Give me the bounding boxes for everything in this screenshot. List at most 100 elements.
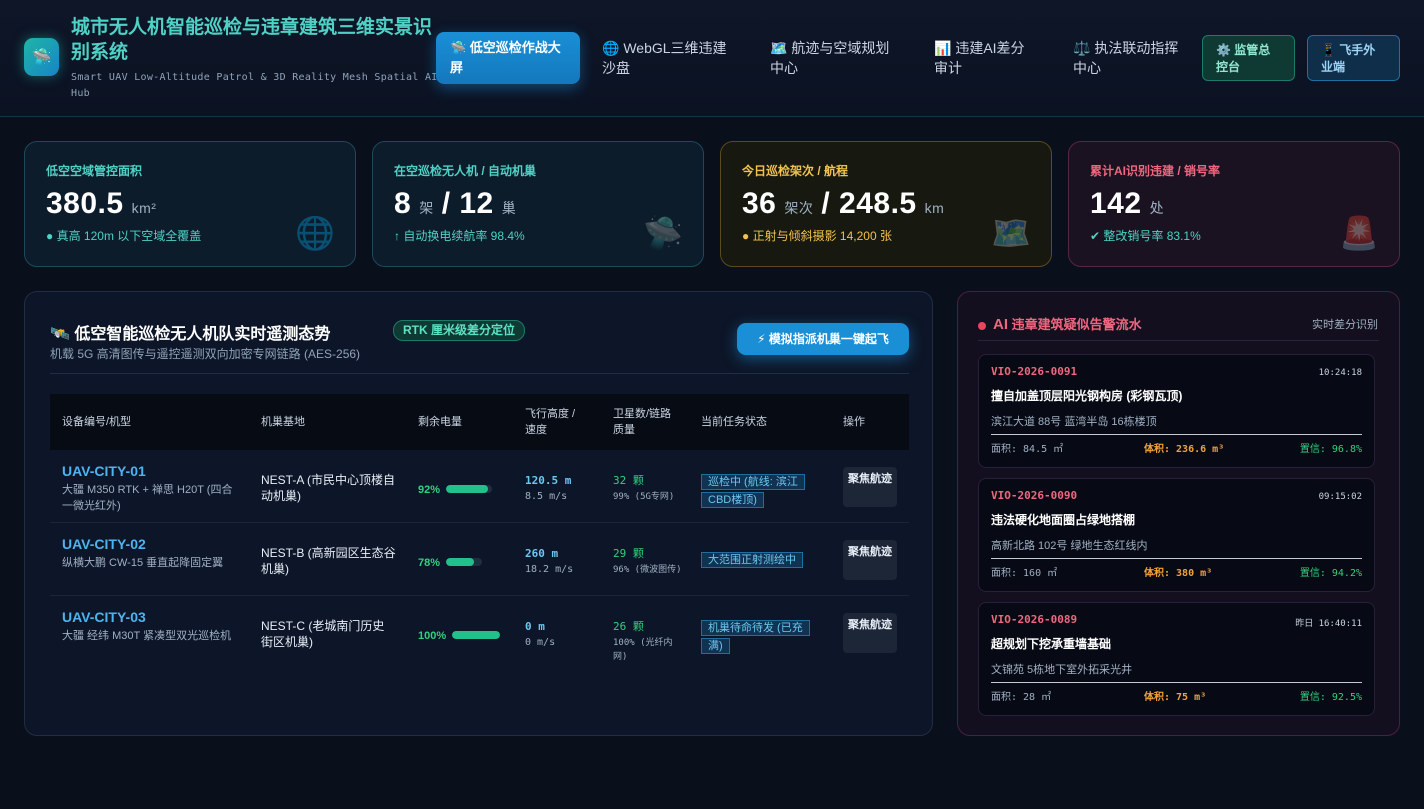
pilot-mobile-button[interactable]: 📱 飞手外业端	[1307, 35, 1400, 81]
link-quality: 99% (5G专网)	[613, 492, 675, 502]
stat-label: 今日巡检架次 / 航程	[742, 164, 849, 178]
status-cell: 机巢待命待发 (已充满)	[701, 618, 811, 654]
battery-text: 100%	[418, 630, 447, 642]
nav-tab-patrol-dashboard[interactable]: 🛸 低空巡检作战大屏	[436, 32, 580, 84]
alert-id: VIO-2026-0090	[991, 489, 1078, 502]
stat-card-drones: 在空巡检无人机 / 自动机巢 8 架/ 12 巢 ↑ 自动换电续航率 98.4% 🛸	[372, 141, 704, 267]
fleet-telemetry-panel: 🛰️ 低空智能巡检无人机队实时遥测态势 RTK 厘米级差分定位 机载 5G 高清…	[24, 291, 933, 736]
column-header: 机巢基地	[261, 416, 305, 428]
fleet-table: 设备编号/机型 机巢基地 剩余电量 飞行高度 / 速度 卫星数/链路质量 当前任…	[50, 394, 909, 669]
task-status-badge: 大范围正射测绘中	[701, 552, 803, 568]
link-cell: 29 颗 96% (微波图传)	[613, 545, 683, 577]
battery-cell: 78%	[418, 553, 483, 571]
device-cell: UAV-CITY-02 纵横大鹏 CW-15 垂直起降固定翼	[62, 536, 237, 571]
app-subtitle: Smart UAV Low-Altitude Patrol & 3D Reali…	[71, 72, 438, 99]
table-row: UAV-CITY-02 纵横大鹏 CW-15 垂直起降固定翼 NEST-B (高新园…	[50, 523, 909, 596]
stat-label: 在空巡检无人机 / 自动机巢	[394, 164, 537, 178]
device-cell: UAV-CITY-03 大疆 经纬 M30T 紧凑型双光巡检机	[62, 609, 237, 644]
alert-time: 09:15:02	[1318, 492, 1362, 502]
altitude: 120.5 m	[525, 474, 572, 487]
satellite-count: 26 颗	[613, 620, 644, 633]
focus-track-button[interactable]: 聚焦航迹	[843, 613, 897, 653]
alert-area: 面积: 160 ㎡	[991, 568, 1058, 579]
link-quality: 96% (微波图传)	[613, 565, 682, 575]
link-cell: 26 颗 100% (光纤内网)	[613, 618, 683, 664]
alert-confidence: 置信: 94.2%	[1299, 568, 1362, 579]
battery-text: 92%	[418, 484, 441, 496]
stat-sub: ↑ 自动换电续航率 98.4%	[394, 229, 525, 243]
dispatch-takeoff-button[interactable]: ⚡ 模拟指派机巢一键起飞	[737, 323, 909, 355]
alert-confidence: 置信: 96.8%	[1299, 444, 1362, 455]
device-cell: UAV-CITY-01 大疆 M350 RTK + 禅思 H20T (四合一微光红…	[62, 463, 237, 514]
speed: 18.2 m/s	[525, 564, 574, 575]
divider	[991, 682, 1362, 683]
satellite-count: 32 颗	[613, 474, 644, 487]
stat-card-violations: 累计AI识别违建 / 销号率 142 处 ✔ 整改销号率 83.1% 🚨	[1068, 141, 1400, 267]
battery-bar	[446, 484, 493, 493]
divider	[991, 558, 1362, 559]
nav-tab-enforcement-command[interactable]: ⚖️ 执法联动指挥中心	[1059, 32, 1199, 84]
column-header: 飞行高度 / 速度	[525, 408, 576, 436]
device-model: 纵横大鹏 CW-15 垂直起降固定翼	[62, 557, 224, 569]
column-header: 设备编号/机型	[62, 416, 132, 428]
satellite-count: 29 颗	[613, 547, 644, 560]
ufo-icon: 🛸	[643, 215, 683, 251]
divider	[50, 373, 909, 374]
nest-base: NEST-B (高新园区生态谷机巢)	[261, 546, 396, 576]
panel-meta: 实时差分识别	[1312, 319, 1378, 331]
alert-address: 高新北路 102号 绿地生态红线内	[991, 540, 1148, 552]
altitude-cell: 0 m 0 m/s	[525, 620, 555, 648]
alert-card[interactable]: VIO-2026-0089 昨日 16:40:11 超规划下挖承重墙基础 文锦苑 5栋…	[978, 602, 1375, 716]
focus-track-button[interactable]: 聚焦航迹	[843, 467, 897, 507]
alert-metrics: 面积: 28 ㎡ 体积: 75 m³ 置信: 92.5%	[991, 688, 1362, 703]
alert-card[interactable]: VIO-2026-0091 10:24:18 擅自加盖顶层阳光钢构房 (彩钢瓦顶) 滨…	[978, 354, 1375, 468]
alert-title: 违法硬化地面圈占绿地搭棚	[991, 513, 1136, 527]
task-status-badge: 机巢待命待发 (已充满)	[701, 620, 810, 654]
speed: 8.5 m/s	[525, 491, 568, 502]
alert-card[interactable]: VIO-2026-0090 09:15:02 违法硬化地面圈占绿地搭棚 高新北路 10…	[978, 478, 1375, 592]
status-cell: 大范围正射测绘中	[701, 550, 811, 568]
device-id[interactable]: UAV-CITY-03	[62, 609, 237, 625]
device-model: 大疆 经纬 M30T 紧凑型双光巡检机	[62, 630, 232, 642]
device-id[interactable]: UAV-CITY-02	[62, 536, 237, 552]
alert-area: 面积: 28 ㎡	[991, 692, 1052, 703]
nav-tab-airspace-planning[interactable]: 🗺️ 航迹与空域规划中心	[756, 32, 911, 84]
link-quality: 100% (光纤内网)	[613, 638, 673, 662]
map-icon: 🗺️	[991, 215, 1031, 251]
stat-card-airspace: 低空空域管控面积 380.5 km² ● 真高 120m 以下空域全覆盖 🌐	[24, 141, 356, 267]
table-row: UAV-CITY-01 大疆 M350 RTK + 禅思 H20T (四合一微光红…	[50, 450, 909, 523]
stat-card-flights: 今日巡检架次 / 航程 36 架次/ 248.5 km ● 正射与倾斜摄影 14,2…	[720, 141, 1052, 267]
violation-alert-panel: AI 违章建筑疑似告警流水 实时差分识别 VIO-2026-0091 10:24:…	[957, 291, 1400, 736]
alert-time: 10:24:18	[1318, 368, 1362, 378]
altitude-cell: 260 m 18.2 m/s	[525, 547, 573, 575]
supervision-console-button[interactable]: ⚙️ 监管总控台	[1202, 35, 1295, 81]
alert-volume: 体积: 75 m³	[1144, 692, 1207, 703]
device-id[interactable]: UAV-CITY-01	[62, 463, 237, 479]
battery-fill	[452, 630, 501, 639]
altitude: 0 m	[525, 620, 545, 633]
table-header: 设备编号/机型 机巢基地 剩余电量 飞行高度 / 速度 卫星数/链路质量 当前任…	[50, 394, 909, 450]
battery-fill	[446, 484, 489, 493]
focus-track-button[interactable]: 聚焦航迹	[843, 540, 897, 580]
column-header: 当前任务状态	[701, 416, 767, 428]
stat-sub: ✔ 整改销号率 83.1%	[1090, 229, 1201, 243]
battery-fill	[446, 557, 475, 566]
alert-confidence: 置信: 92.5%	[1299, 692, 1362, 703]
stat-sub: ● 正射与倾斜摄影 14,200 张	[742, 229, 892, 243]
nest-base: NEST-C (老城南门历史街区机巢)	[261, 619, 385, 649]
table-body: UAV-CITY-01 大疆 M350 RTK + 禅思 H20T (四合一微光红…	[50, 450, 909, 669]
task-status-badge: 巡检中 (航线: 滨江CBD楼顶)	[701, 474, 805, 508]
nav-tab-ai-diff-audit[interactable]: 📊 违建AI差分审计	[920, 32, 1045, 84]
stat-value: 380.5 km²	[46, 187, 157, 220]
alert-id: VIO-2026-0091	[991, 365, 1078, 378]
nest-base: NEST-A (市民中心顶楼自动机巢)	[261, 473, 396, 503]
panel-title: 🛰️ 低空智能巡检无人机队实时遥测态势	[50, 326, 331, 343]
table-row: UAV-CITY-03 大疆 经纬 M30T 紧凑型双光巡检机 NEST-C (老城…	[50, 596, 909, 669]
stat-sub: ● 真高 120m 以下空域全覆盖	[46, 229, 202, 243]
column-header: 操作	[843, 416, 865, 428]
alert-time: 昨日 16:40:11	[1295, 619, 1362, 629]
alert-title: 擅自加盖顶层阳光钢构房 (彩钢瓦顶)	[991, 389, 1183, 403]
nav-tab-webgl-sandbox[interactable]: 🌐 WebGL三维违建沙盘	[588, 32, 748, 84]
alert-address: 文锦苑 5栋地下室外拓采光井	[991, 664, 1133, 676]
globe-icon: 🌐	[295, 215, 335, 251]
